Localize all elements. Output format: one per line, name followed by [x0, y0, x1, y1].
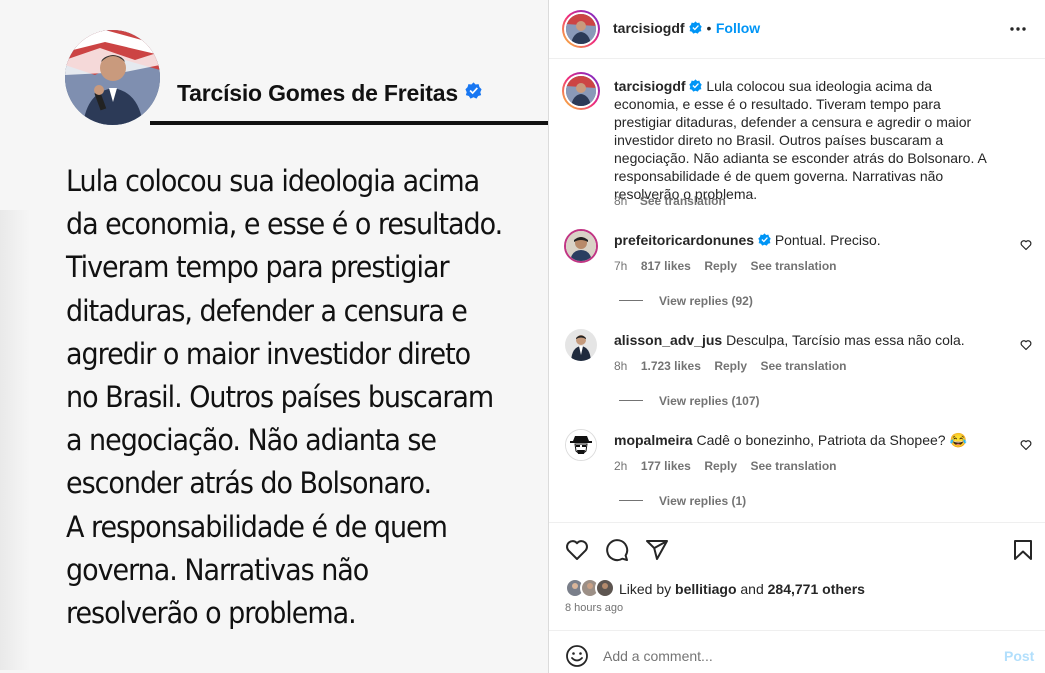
comment-see-translation[interactable]: See translation [750, 259, 836, 273]
header-username[interactable]: tarcisiogdf [613, 20, 685, 36]
comment-avatar[interactable] [565, 329, 597, 361]
likes-user[interactable]: bellitiago [675, 581, 736, 597]
post-header: tarcisiogdf • Follow [549, 0, 1045, 59]
comment-row-3: mopalmeira Cadê o bonezinho, Patriota da… [614, 431, 967, 449]
comment-row-2: alisson_adv_jus Desculpa, Tarcísio mas e… [614, 331, 965, 349]
image-shade [0, 210, 30, 670]
comment-username[interactable]: mopalmeira [614, 432, 693, 448]
view-replies-label[interactable]: View replies (1) [659, 494, 746, 508]
heart-icon[interactable] [565, 538, 589, 562]
comment-icon[interactable] [605, 538, 629, 562]
post-image-text: Lula colocou sua ideologia acima da econ… [66, 164, 503, 631]
bookmark-icon[interactable] [1011, 538, 1035, 562]
comment-time[interactable]: 2h [614, 459, 627, 473]
comment-username[interactable]: prefeitoricardonunes [614, 232, 754, 248]
comment-reply-button[interactable]: Reply [704, 259, 737, 273]
post-timestamp[interactable]: 8 hours ago [565, 602, 623, 614]
caption-username[interactable]: tarcisiogdf [614, 78, 686, 94]
more-icon[interactable] [1009, 20, 1027, 38]
view-replies-label[interactable]: View replies (107) [659, 394, 760, 408]
verified-icon [689, 79, 703, 92]
comment-see-translation[interactable]: See translation [750, 459, 836, 473]
header-avatar[interactable] [562, 10, 600, 48]
post-side-panel: tarcisiogdf • Follow tarcisiogdf Lula co… [548, 0, 1045, 673]
comment-reply-button[interactable]: Reply [714, 359, 747, 373]
heart-icon[interactable] [1020, 339, 1032, 351]
view-replies-button[interactable]: View replies (1) [619, 492, 746, 510]
verified-icon [465, 82, 482, 99]
view-replies-button[interactable]: View replies (92) [619, 292, 753, 310]
comment-time[interactable]: 8h [614, 359, 627, 373]
likes-and: and [740, 581, 764, 597]
likes-prefix: Liked by [619, 581, 672, 597]
caption-see-translation[interactable]: See translation [640, 194, 726, 208]
comment-username[interactable]: alisson_adv_jus [614, 332, 722, 348]
comment-text: Cadê o bonezinho, Patriota da Shopee? 😂 [696, 432, 967, 448]
heart-icon[interactable] [1020, 239, 1032, 251]
view-replies-button[interactable]: View replies (107) [619, 392, 760, 410]
comment-text: Desculpa, Tarcísio mas essa não cola. [726, 332, 965, 348]
emoji-icon[interactable] [565, 644, 589, 668]
comment-text: Pontual. Preciso. [774, 232, 881, 248]
post-comment-button[interactable]: Post [1004, 648, 1034, 664]
verified-icon [689, 21, 702, 34]
header-separator: • [706, 20, 712, 36]
follow-button[interactable]: Follow [716, 20, 760, 36]
comment-see-translation[interactable]: See translation [760, 359, 846, 373]
caption: tarcisiogdf Lula colocou sua ideologia a… [614, 77, 994, 203]
add-comment-input[interactable] [603, 645, 983, 667]
comment-reply-button[interactable]: Reply [704, 459, 737, 473]
share-icon[interactable] [645, 538, 669, 562]
comment-likes[interactable]: 177 likes [641, 459, 691, 473]
heart-icon[interactable] [1020, 439, 1032, 451]
comment-avatar[interactable] [564, 229, 598, 263]
comment-avatar[interactable] [565, 429, 597, 461]
likes-others[interactable]: 284,771 others [768, 581, 865, 597]
comment-time[interactable]: 7h [614, 259, 627, 273]
post-image: Tarcísio Gomes de Freitas Lula colocou s… [0, 0, 548, 673]
caption-text: Lula colocou sua ideologia acima da econ… [614, 78, 987, 202]
verified-icon [758, 233, 771, 246]
author-name: Tarcísio Gomes de Freitas [177, 80, 458, 106]
actions-divider [549, 522, 1045, 523]
caption-time[interactable]: 8h [614, 194, 627, 208]
author-photo [65, 30, 160, 125]
liked-by-avatars[interactable] [565, 578, 617, 598]
comment-divider [549, 630, 1045, 631]
comment-likes[interactable]: 1.723 likes [641, 359, 701, 373]
comment-row-1: prefeitoricardonunes Pontual. Preciso. [614, 231, 881, 249]
caption-avatar[interactable] [562, 72, 600, 110]
view-replies-label[interactable]: View replies (92) [659, 294, 753, 308]
likes-summary: Liked by bellitiago and 284,771 others [619, 580, 865, 598]
author-underline [150, 121, 548, 125]
comment-likes[interactable]: 817 likes [641, 259, 691, 273]
